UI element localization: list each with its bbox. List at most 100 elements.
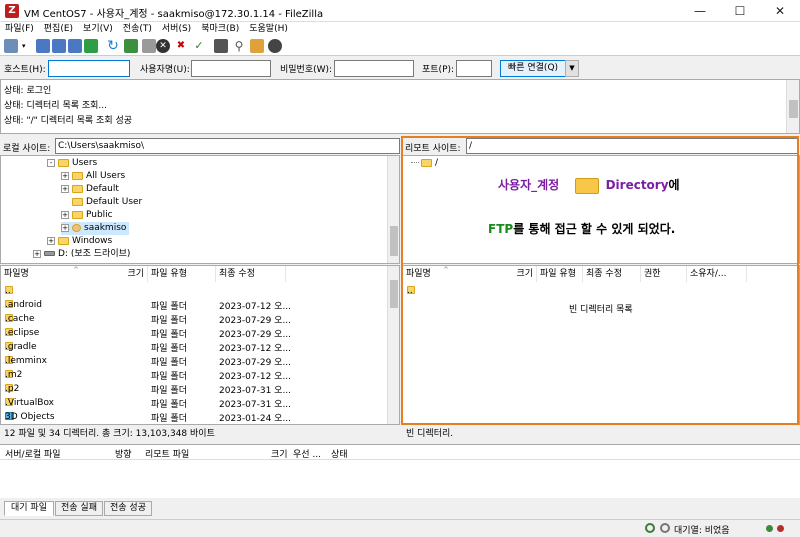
column-header-modified[interactable]: 최종 수정 [216,266,286,282]
menu-help[interactable]: 도움말(H) [244,22,293,37]
expand-icon[interactable]: + [61,223,69,232]
message-log: 상태: 로그인 상태: 디렉터리 목록 조회... 상태: "/" 디렉터리 목… [0,79,800,134]
binoculars-icon[interactable] [268,39,282,53]
status-bar: 대기열: 비었음 [0,519,800,537]
table-row[interactable]: .gradle 파일 폴더 2023-07-12 오... [1,340,387,354]
table-row[interactable]: .VirtualBox 파일 폴더 2023-07-31 오... [1,396,387,410]
menu-view[interactable]: 보기(V) [78,22,118,37]
local-tree-scroll-thumb[interactable] [390,226,398,256]
sync-browsing-icon[interactable] [250,39,264,53]
column-header-size[interactable]: 크기 [101,266,148,282]
local-site-label: 로컬 사이트: [3,144,51,154]
log-scroll-thumb[interactable] [789,100,798,118]
host-input[interactable] [48,60,130,77]
table-row[interactable]: .. [1,284,387,298]
sort-up-icon: ^ [443,266,449,274]
log-scrollbar[interactable] [786,80,799,133]
menu-file[interactable]: 파일(F) [0,22,39,37]
local-list-scroll-thumb[interactable] [390,280,398,308]
menu-server[interactable]: 서버(S) [157,22,196,37]
gear-icon[interactable] [645,523,655,533]
filter-icon[interactable] [142,39,156,53]
local-tree-scrollbar[interactable] [387,156,399,263]
queue-status: 대기열: 비었음 [674,526,730,536]
table-row[interactable]: .p2 파일 폴더 2023-07-31 오... [1,382,387,396]
transfer-queue-icon[interactable] [84,39,98,53]
queue-col-direction[interactable]: 방향 [115,447,132,460]
table-row[interactable]: .. [403,284,799,298]
tree-item-default-user[interactable]: Default User [72,196,142,209]
speed-limit-icon[interactable] [660,523,670,533]
table-row[interactable]: .lemminx 파일 폴더 2023-07-29 오... [1,354,387,368]
close-icon[interactable]: ✕ [760,0,800,22]
minimize-icon[interactable]: — [680,0,720,22]
remote-path-input[interactable]: / [466,138,798,154]
window-title: VM CentOS7 - 사용자_계정 - saakmiso@172.30.1.… [24,9,324,20]
queue-header: 서버/로컬 파일 방향 리모트 파일 크기 우선 ... 상태 [0,444,800,460]
menu-bookmarks[interactable]: 북마크(B) [196,22,244,37]
remote-site-label: 리모트 사이트: [405,144,461,154]
table-row[interactable]: 3D Objects 파일 폴더 2023-01-24 오... [1,410,387,424]
username-input[interactable] [191,60,271,77]
annotation-line-2: FTP를 통해 접근 할 수 있게 되었다. [488,220,675,237]
menu-transfer[interactable]: 전송(T) [118,22,157,37]
local-list-scrollbar[interactable] [387,266,399,424]
table-row[interactable]: .cache 파일 폴더 2023-07-29 오... [1,312,387,326]
tree-item-default[interactable]: + Default [61,183,119,196]
chevron-down-icon[interactable]: ▾ [22,39,30,53]
tree-item-saakmiso[interactable]: + saakmiso [61,222,130,235]
menu-edit[interactable]: 편집(E) [39,22,78,37]
local-path-input[interactable]: C:\Users\saakmiso\ [55,138,400,154]
cancel-icon[interactable]: ✕ [156,39,170,53]
tab-successful-transfers[interactable]: 전송 성공 [104,501,152,516]
remote-path-text: / [469,141,473,151]
expand-icon[interactable]: + [61,210,69,219]
column-header-permissions[interactable]: 권한 [641,266,687,282]
expand-icon[interactable]: + [61,184,69,193]
tree-item-root[interactable]: / [411,157,438,170]
search-icon[interactable]: ⚲ [232,39,246,53]
expand-icon[interactable]: + [47,236,55,245]
expand-icon[interactable]: + [33,249,41,258]
tab-failed-transfers[interactable]: 전송 실패 [55,501,103,516]
disconnect-icon[interactable]: ✖ [174,39,188,53]
toggle-log-icon[interactable] [36,39,50,53]
column-header-modified[interactable]: 최종 수정 [583,266,641,282]
maximize-icon[interactable]: ☐ [720,0,760,22]
port-input[interactable] [456,60,492,77]
table-row[interactable]: .android 파일 폴더 2023-07-12 오... [1,298,387,312]
queue-col-server[interactable]: 서버/로컬 파일 [5,447,61,460]
password-input[interactable] [334,60,414,77]
toggle-local-tree-icon[interactable] [52,39,66,53]
column-header-type[interactable]: 파일 유형 [537,266,583,282]
queue-col-remote[interactable]: 리모트 파일 [145,447,189,460]
quickconnect-button[interactable]: 빠른 연결(Q) [500,60,566,77]
tab-queued-files[interactable]: 대기 파일 [4,501,54,516]
folder-icon [72,184,83,193]
queue-col-priority[interactable]: 우선 ... [293,447,321,460]
toggle-remote-tree-icon[interactable] [68,39,82,53]
column-header-size[interactable]: 크기 [493,266,537,282]
table-row[interactable]: .m2 파일 폴더 2023-07-12 오... [1,368,387,382]
table-row[interactable]: .eclipse 파일 폴더 2023-07-29 오... [1,326,387,340]
log-line: 상태: "/" 디렉터리 목록 조회 성공 [4,116,133,126]
queue-col-size[interactable]: 크기 [271,447,288,460]
column-header-owner[interactable]: 소유자/... [687,266,747,282]
receive-indicator-icon [777,525,784,532]
process-queue-icon[interactable] [124,39,138,53]
tree-item-users[interactable]: - Users [47,157,97,170]
collapse-icon[interactable]: - [47,158,55,167]
quickconnect-dropdown-icon[interactable]: ▼ [565,60,579,77]
tree-item-all-users[interactable]: + All Users [61,170,125,183]
queue-col-state[interactable]: 상태 [331,447,348,460]
column-header-type[interactable]: 파일 유형 [148,266,216,282]
tree-item-public[interactable]: + Public [61,209,113,222]
empty-directory-message: 빈 디렉터리 목록 [569,305,633,315]
tree-item-d-drive[interactable]: + D: (보조 드라이브) [33,248,130,261]
expand-icon[interactable]: + [61,171,69,180]
tree-item-windows[interactable]: + Windows [47,235,112,248]
site-manager-icon[interactable] [4,39,18,53]
directory-listing-filter-icon[interactable] [214,39,228,53]
refresh-icon[interactable]: ↻ [106,39,120,53]
reconnect-icon[interactable]: ✓ [192,39,206,53]
